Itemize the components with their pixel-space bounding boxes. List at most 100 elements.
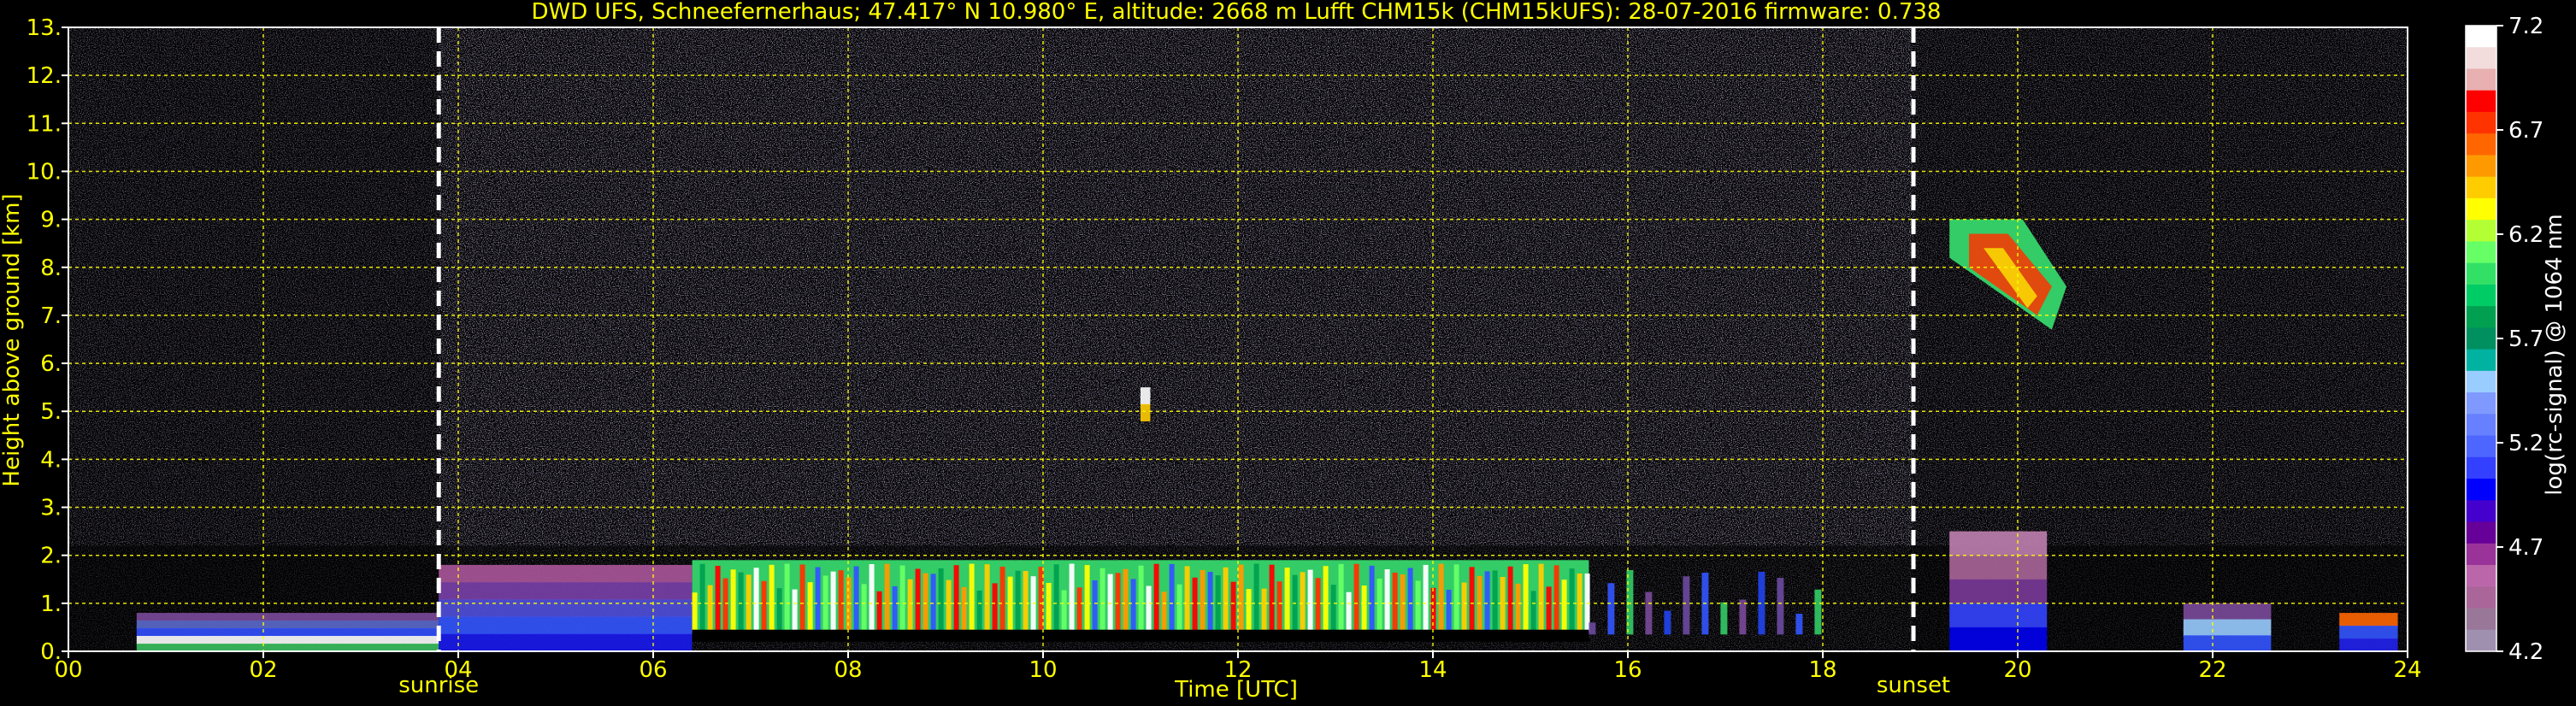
x-tick-label: 18	[1808, 657, 1836, 683]
cloud-streak	[938, 568, 944, 632]
colorbar-label: log(rc-signal) @ 1064 nm	[2542, 214, 2567, 495]
cloud-streak	[1138, 565, 1144, 632]
broken-cloud	[1664, 610, 1671, 635]
colorbar-segment	[2466, 306, 2496, 328]
cloud-streak	[992, 583, 998, 632]
cloud-streak	[784, 563, 790, 632]
cloud-streak	[1269, 564, 1275, 632]
colorbar-tick-label: 4.7	[2508, 535, 2544, 561]
colorbar-tick-label: 5.2	[2508, 431, 2544, 456]
x-tick-label: 22	[2198, 657, 2226, 683]
cloud-streak	[1084, 565, 1090, 632]
x-tick-label: 16	[1613, 657, 1642, 683]
cloud-streak	[1115, 573, 1121, 632]
cloud-streak	[915, 568, 921, 632]
cloud-streak	[1384, 569, 1390, 632]
cloud-streak	[1046, 582, 1052, 632]
y-tick-label: 3.	[40, 496, 62, 521]
cloud-streak	[969, 563, 975, 632]
cloud-streak	[1153, 563, 1159, 632]
colorbar-tick-label: 6.2	[2508, 222, 2544, 248]
y-tick-label: 9.	[40, 208, 62, 233]
cloud-streak	[1246, 589, 1252, 632]
x-tick-label: 02	[249, 657, 277, 683]
cloud-streak	[1477, 575, 1483, 632]
colorbar-segment	[2466, 155, 2496, 178]
colorbar-segment	[2466, 241, 2496, 264]
cloud-streak	[1061, 590, 1067, 632]
colorbar-segment	[2466, 26, 2496, 48]
cloud-streak	[1146, 585, 1152, 632]
feature-band	[1949, 531, 2048, 556]
cloud-streak	[1069, 563, 1075, 632]
feature-band	[439, 633, 693, 651]
cloud-streak	[1461, 582, 1467, 632]
cloud-streak	[1076, 587, 1082, 632]
cloud-streak	[1123, 568, 1129, 632]
colorbar-tick-label: 6.7	[2508, 118, 2544, 144]
cloud-underside	[692, 629, 1589, 642]
feature-band	[1949, 603, 2048, 628]
cloud-streak	[1092, 580, 1098, 632]
feature-band	[2183, 603, 2272, 621]
cloud-streak	[1323, 566, 1329, 632]
colorbar-segment	[2466, 500, 2496, 523]
cloud-streak	[722, 578, 728, 632]
broken-cloud	[1645, 591, 1653, 635]
colorbar-segment	[2466, 111, 2496, 134]
colorbar-tick-label: 7.2	[2508, 14, 2544, 39]
x-tick-label: 20	[2003, 657, 2031, 683]
cloud-streak	[1346, 591, 1352, 632]
cloud-streak	[1423, 564, 1429, 632]
colorbar-segment	[2466, 47, 2496, 70]
y-tick-label: 6.	[40, 351, 62, 377]
cloud-streak	[1561, 580, 1567, 632]
cloud-streak	[1284, 568, 1290, 632]
cloud-streak	[1307, 569, 1313, 632]
cloud-streak	[1415, 580, 1421, 632]
cloud-streak	[953, 565, 959, 632]
chart-title: DWD UFS, Schneefernerhaus; 47.417° N 10.…	[532, 0, 1942, 25]
colorbar-segment	[2466, 176, 2496, 199]
cloud-streak	[1184, 566, 1190, 632]
cloud-streak	[976, 590, 982, 632]
feature-band	[1949, 627, 2048, 651]
cloud-streak	[699, 563, 705, 632]
colorbar-segment	[2466, 284, 2496, 307]
cloud-streak	[907, 579, 913, 632]
colorbar-segment	[2466, 197, 2496, 221]
feature-band	[136, 628, 439, 637]
y-tick-label: 4.	[40, 447, 62, 473]
feature-band	[439, 616, 693, 635]
cloud-streak	[1338, 563, 1344, 632]
cloud-streak	[1515, 583, 1521, 632]
broken-cloud	[1607, 583, 1615, 635]
x-axis-label: Time [UTC]	[1174, 677, 1298, 703]
colorbar-segment	[2466, 586, 2496, 609]
colorbar-segment	[2466, 220, 2496, 243]
colorbar-segment	[2466, 392, 2496, 415]
colorbar-segment	[2466, 565, 2496, 587]
cloud-streak	[1569, 568, 1575, 632]
cloud-streak	[861, 584, 867, 632]
cloud-streak	[776, 588, 782, 632]
cloud-streak	[1200, 569, 1205, 632]
cloud-streak	[984, 564, 990, 632]
feature-band	[2339, 613, 2398, 627]
colorbar-tick-label: 4.2	[2508, 639, 2544, 665]
cloud-streak	[1161, 591, 1167, 632]
cloud-streak	[1315, 578, 1321, 632]
cloud-streak	[761, 580, 767, 632]
cloud-streak	[1453, 564, 1459, 632]
cloud-streak	[838, 570, 844, 632]
cloud-streak	[715, 566, 721, 632]
feature-band	[1141, 403, 1151, 421]
y-tick-label: 8.	[40, 256, 62, 281]
cloud-streak	[1546, 586, 1552, 632]
feature-band	[439, 599, 693, 618]
y-tick-label: 10.	[27, 159, 62, 185]
cloud-streak	[1507, 566, 1513, 632]
feature-band	[2183, 635, 2272, 651]
x-tick-label: 08	[834, 657, 862, 683]
cloud-streak	[1500, 577, 1506, 632]
